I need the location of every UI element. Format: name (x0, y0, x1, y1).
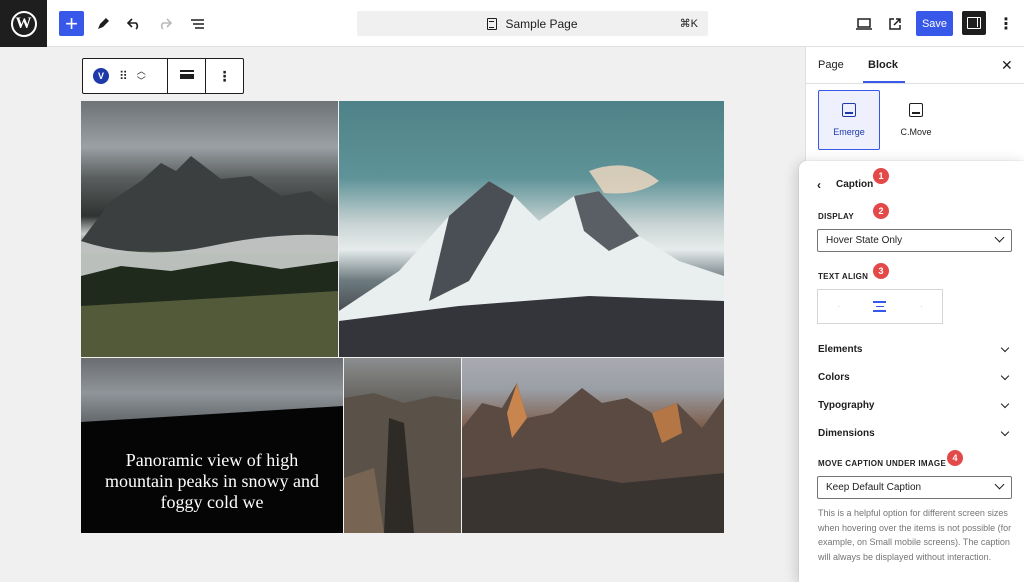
panel-title: Caption (836, 179, 874, 190)
page-icon (487, 17, 498, 30)
image-gallery[interactable]: Panoramic view of high mountain peaks in… (81, 101, 724, 533)
block-options-button[interactable]: ⋮ (206, 59, 243, 93)
align-right-icon: · (919, 302, 923, 311)
drag-handle-icon[interactable]: ⠿ (119, 69, 128, 83)
display-select[interactable]: Hover State Only (817, 229, 1012, 252)
image-caption: Panoramic view of high mountain peaks in… (105, 450, 319, 512)
mountain-image (81, 156, 338, 357)
style-option-cmove[interactable]: C.Move (885, 90, 947, 150)
document-overview-button[interactable] (184, 11, 210, 37)
block-controls: V ⠿ ︿ ﹀ (83, 59, 168, 93)
more-vertical-icon: ⋮ (998, 16, 1014, 33)
torres-del-paine-image (462, 383, 724, 533)
caption-settings-panel: ‹ Caption 1 DISPLAY 2 Hover State Only T… (799, 161, 1024, 582)
sidebar-icon (967, 17, 981, 29)
section-label: Dimensions (818, 428, 875, 439)
align-center-icon (873, 301, 887, 312)
view-page-button[interactable] (882, 11, 908, 37)
redo-icon (160, 18, 172, 30)
move-caption-label: MOVE CAPTION UNDER IMAGE (818, 459, 947, 468)
wordpress-icon: W (10, 10, 37, 37)
undo-icon (127, 18, 139, 30)
more-vertical-icon: ⋮ (217, 67, 232, 84)
chevron-down-icon[interactable]: ﹀ (137, 76, 146, 86)
chevron-down-icon (994, 479, 1005, 490)
align-center-button[interactable] (859, 290, 900, 323)
style-label: Emerge (833, 127, 865, 137)
gallery-image[interactable] (462, 358, 724, 533)
section-label: Colors (818, 372, 850, 383)
preview-button[interactable] (851, 11, 877, 37)
step-marker: 3 (873, 263, 889, 279)
gallery-image[interactable] (339, 101, 724, 357)
chevron-down-icon (1000, 399, 1010, 409)
document-title: Sample Page (505, 16, 578, 31)
move-caption-help-text: This is a helpful option for different s… (818, 508, 1012, 562)
add-block-button[interactable]: + (59, 11, 84, 36)
chevron-down-icon (1000, 427, 1010, 437)
step-marker: 2 (873, 203, 889, 219)
text-align-control: · · (817, 289, 943, 324)
gallery-image[interactable] (344, 358, 461, 533)
style-preview-icon (909, 103, 923, 117)
tab-block[interactable]: Block (868, 59, 898, 71)
top-toolbar: W + Sample Page ⌘K Save ⋮ (0, 0, 1024, 47)
style-preview-icon (842, 103, 856, 117)
section-colors[interactable]: Colors (818, 371, 1012, 383)
section-label: Typography (818, 400, 875, 411)
style-option-emerge[interactable]: Emerge (818, 90, 880, 150)
close-sidebar-icon[interactable]: ✕ (1001, 57, 1013, 74)
tab-page[interactable]: Page (818, 59, 844, 71)
external-link-icon (889, 18, 901, 30)
save-button[interactable]: Save (916, 11, 953, 36)
step-marker: 1 (873, 168, 889, 184)
align-wide-icon (179, 70, 194, 82)
align-left-button[interactable]: · (818, 290, 859, 323)
snowy-peak-image (339, 165, 724, 357)
chevron-up-icon[interactable]: ︿ (137, 66, 146, 76)
canyon-image (344, 393, 461, 533)
chevron-down-icon (994, 232, 1005, 243)
display-label: DISPLAY (818, 212, 855, 221)
section-label: Elements (818, 344, 863, 355)
redo-button[interactable] (152, 11, 178, 37)
chevron-down-icon (1000, 371, 1010, 381)
gallery-image-with-caption[interactable]: Panoramic view of high mountain peaks in… (81, 358, 343, 533)
tools-button[interactable] (90, 11, 116, 37)
command-palette-bar[interactable]: Sample Page ⌘K (357, 11, 708, 36)
options-menu-button[interactable]: ⋮ (993, 11, 1019, 37)
undo-button[interactable] (121, 11, 147, 37)
block-type-icon[interactable]: V (93, 68, 109, 84)
section-dimensions[interactable]: Dimensions (818, 427, 1012, 439)
text-align-label: TEXT ALIGN (818, 272, 869, 281)
move-caption-select-value: Keep Default Caption (826, 482, 922, 493)
list-view-icon (190, 19, 204, 29)
sidebar-tabs: Page Block ✕ (806, 47, 1024, 84)
align-button[interactable] (168, 59, 206, 93)
step-marker: 4 (947, 450, 963, 466)
section-elements[interactable]: Elements (818, 343, 1012, 355)
display-select-value: Hover State Only (826, 235, 903, 246)
block-toolbar: V ⠿ ︿ ﹀ ⋮ (82, 58, 244, 94)
settings-toggle-button[interactable] (962, 11, 986, 35)
desktop-icon (856, 18, 872, 30)
style-label: C.Move (900, 127, 932, 137)
pencil-icon (98, 18, 109, 29)
chevron-down-icon (1000, 343, 1010, 353)
align-left-icon: · (837, 302, 840, 311)
wordpress-logo-button[interactable]: W (0, 0, 47, 47)
back-chevron-icon[interactable]: ‹ (817, 178, 821, 192)
move-caption-select[interactable]: Keep Default Caption (817, 476, 1012, 499)
move-up-down-buttons[interactable]: ︿ ﹀ (137, 66, 146, 86)
gallery-image[interactable] (81, 101, 338, 357)
align-right-button[interactable]: · (901, 290, 942, 323)
active-tab-indicator (863, 81, 905, 83)
section-typography[interactable]: Typography (818, 399, 1012, 411)
keyboard-shortcut: ⌘K (679, 18, 698, 30)
